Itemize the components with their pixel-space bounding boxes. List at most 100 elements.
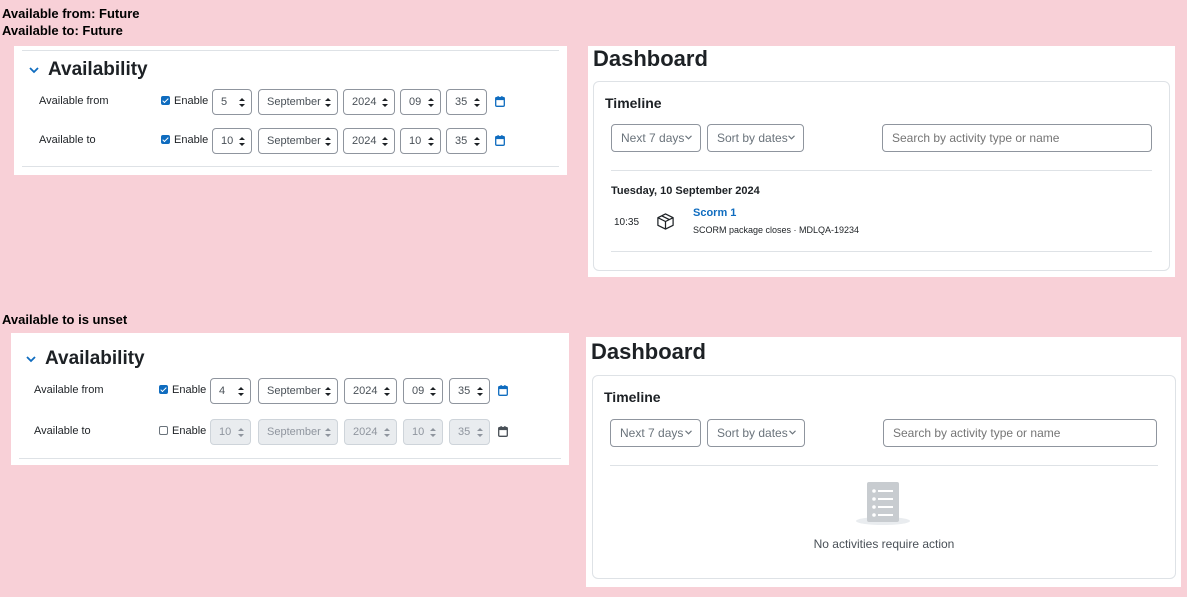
sort-arrows-icon (384, 428, 390, 437)
enable-checkbox[interactable] (159, 385, 168, 394)
divider (22, 166, 559, 167)
sort-label: Sort by dates (717, 131, 788, 145)
dashboard-panel-top: Dashboard Timeline Next 7 days Sort by d… (588, 46, 1175, 277)
divider (611, 251, 1152, 252)
availability-title: Availability (45, 348, 145, 369)
year-select[interactable]: 2024 (344, 378, 397, 404)
timeline-title: Timeline (604, 389, 661, 405)
caption-available-from: Available from: Future (2, 6, 140, 21)
divider (610, 465, 1158, 466)
enable-label: Enable (172, 425, 207, 437)
minute-select[interactable]: 35 (449, 378, 490, 404)
search-input[interactable] (882, 124, 1152, 152)
chevron-down-icon (789, 430, 796, 435)
sort-dropdown[interactable]: Sort by dates (707, 419, 805, 447)
divider (22, 50, 559, 51)
timeline-card: Timeline Next 7 days Sort by dates Tuesd… (593, 81, 1170, 271)
sort-label: Sort by dates (717, 426, 788, 440)
search-input[interactable] (883, 419, 1157, 447)
minute-select[interactable]: 35 (446, 89, 487, 115)
enable-checkbox[interactable] (161, 96, 170, 105)
sort-dropdown[interactable]: Sort by dates (707, 124, 804, 152)
timeline-title: Timeline (605, 95, 662, 111)
day-value: 10 (221, 135, 234, 147)
day-filter-dropdown[interactable]: Next 7 days (610, 419, 701, 447)
available-to-row: Available to Enable 10 September 2024 10… (14, 128, 567, 154)
day-select[interactable]: 5 (212, 89, 252, 115)
package-box-icon (657, 213, 674, 230)
available-from-label: Available from (34, 384, 104, 396)
year-value: 2024 (352, 135, 377, 147)
minute-value: 35 (458, 385, 471, 397)
enable-checkbox[interactable] (161, 135, 170, 144)
event-name-link[interactable]: Scorm 1 (693, 207, 736, 219)
sort-arrows-icon (239, 137, 245, 146)
availability-header[interactable]: Availability (27, 59, 148, 81)
calendar-icon[interactable] (495, 96, 505, 107)
year-value: 2024 (353, 426, 378, 438)
empty-message: No activities require action (813, 537, 955, 551)
day-filter-dropdown[interactable]: Next 7 days (611, 124, 701, 152)
availability-panel-bottom: Availability Available from Enable 4 Sep… (11, 333, 569, 465)
available-from-row: Available from Enable 4 September 2024 0… (11, 378, 569, 404)
enable-label: Enable (174, 95, 209, 107)
hour-select[interactable]: 10 (400, 128, 441, 154)
available-to-label: Available to (34, 425, 91, 437)
availability-title: Availability (48, 59, 148, 80)
sort-arrows-icon (325, 428, 331, 437)
enable-checkbox[interactable] (159, 426, 168, 435)
day-filter-label: Next 7 days (620, 426, 684, 440)
sort-arrows-icon (325, 387, 331, 396)
date-heading: Tuesday, 10 September 2024 (611, 185, 760, 197)
minute-value: 35 (455, 96, 468, 108)
month-select: September (258, 419, 338, 445)
month-select[interactable]: September (258, 128, 338, 154)
hour-value: 09 (412, 385, 425, 397)
hour-select[interactable]: 09 (400, 89, 441, 115)
minute-select: 35 (449, 419, 490, 445)
calendar-icon[interactable] (495, 135, 505, 146)
dashboard-panel-bottom: Dashboard Timeline Next 7 days Sort by d… (586, 337, 1181, 587)
sort-arrows-icon (477, 387, 483, 396)
sort-arrows-icon (428, 137, 434, 146)
sort-arrows-icon (474, 98, 480, 107)
hour-value: 10 (412, 426, 425, 438)
availability-header[interactable]: Availability (24, 348, 145, 370)
available-from-label: Available from (39, 95, 109, 107)
caption-available-to-unset: Available to is unset (2, 312, 128, 327)
sort-arrows-icon (239, 98, 245, 107)
sort-arrows-icon (430, 387, 436, 396)
month-value: September (267, 385, 321, 397)
day-value: 5 (221, 96, 228, 108)
year-select[interactable]: 2024 (343, 128, 395, 154)
chevron-down-icon (788, 135, 795, 140)
hour-value: 09 (409, 96, 422, 108)
sort-arrows-icon (428, 98, 434, 107)
available-to-label: Available to (39, 134, 96, 146)
chevron-down-icon[interactable] (24, 352, 38, 366)
enable-label: Enable (174, 134, 209, 146)
day-select[interactable]: 10 (212, 128, 252, 154)
minute-select[interactable]: 35 (446, 128, 487, 154)
sort-arrows-icon (384, 387, 390, 396)
day-value: 10 (219, 426, 232, 438)
hour-select: 10 (403, 419, 443, 445)
calendar-icon[interactable] (498, 385, 508, 396)
hour-select[interactable]: 09 (403, 378, 443, 404)
day-value: 4 (219, 385, 226, 397)
year-value: 2024 (352, 96, 377, 108)
chevron-down-icon[interactable] (27, 63, 41, 77)
calendar-icon[interactable] (498, 426, 508, 437)
day-select[interactable]: 4 (210, 378, 251, 404)
minute-value: 35 (455, 135, 468, 147)
sort-arrows-icon (430, 428, 436, 437)
month-select[interactable]: September (258, 378, 338, 404)
day-filter-label: Next 7 days (621, 131, 685, 145)
chevron-down-icon (685, 135, 692, 140)
month-select[interactable]: September (258, 89, 338, 115)
dashboard-title: Dashboard (591, 339, 706, 364)
sort-arrows-icon (325, 137, 331, 146)
caption-available-to: Available to: Future (2, 23, 123, 38)
availability-panel-top: Availability Available from Enable 5 Sep… (14, 46, 567, 175)
year-select[interactable]: 2024 (343, 89, 395, 115)
